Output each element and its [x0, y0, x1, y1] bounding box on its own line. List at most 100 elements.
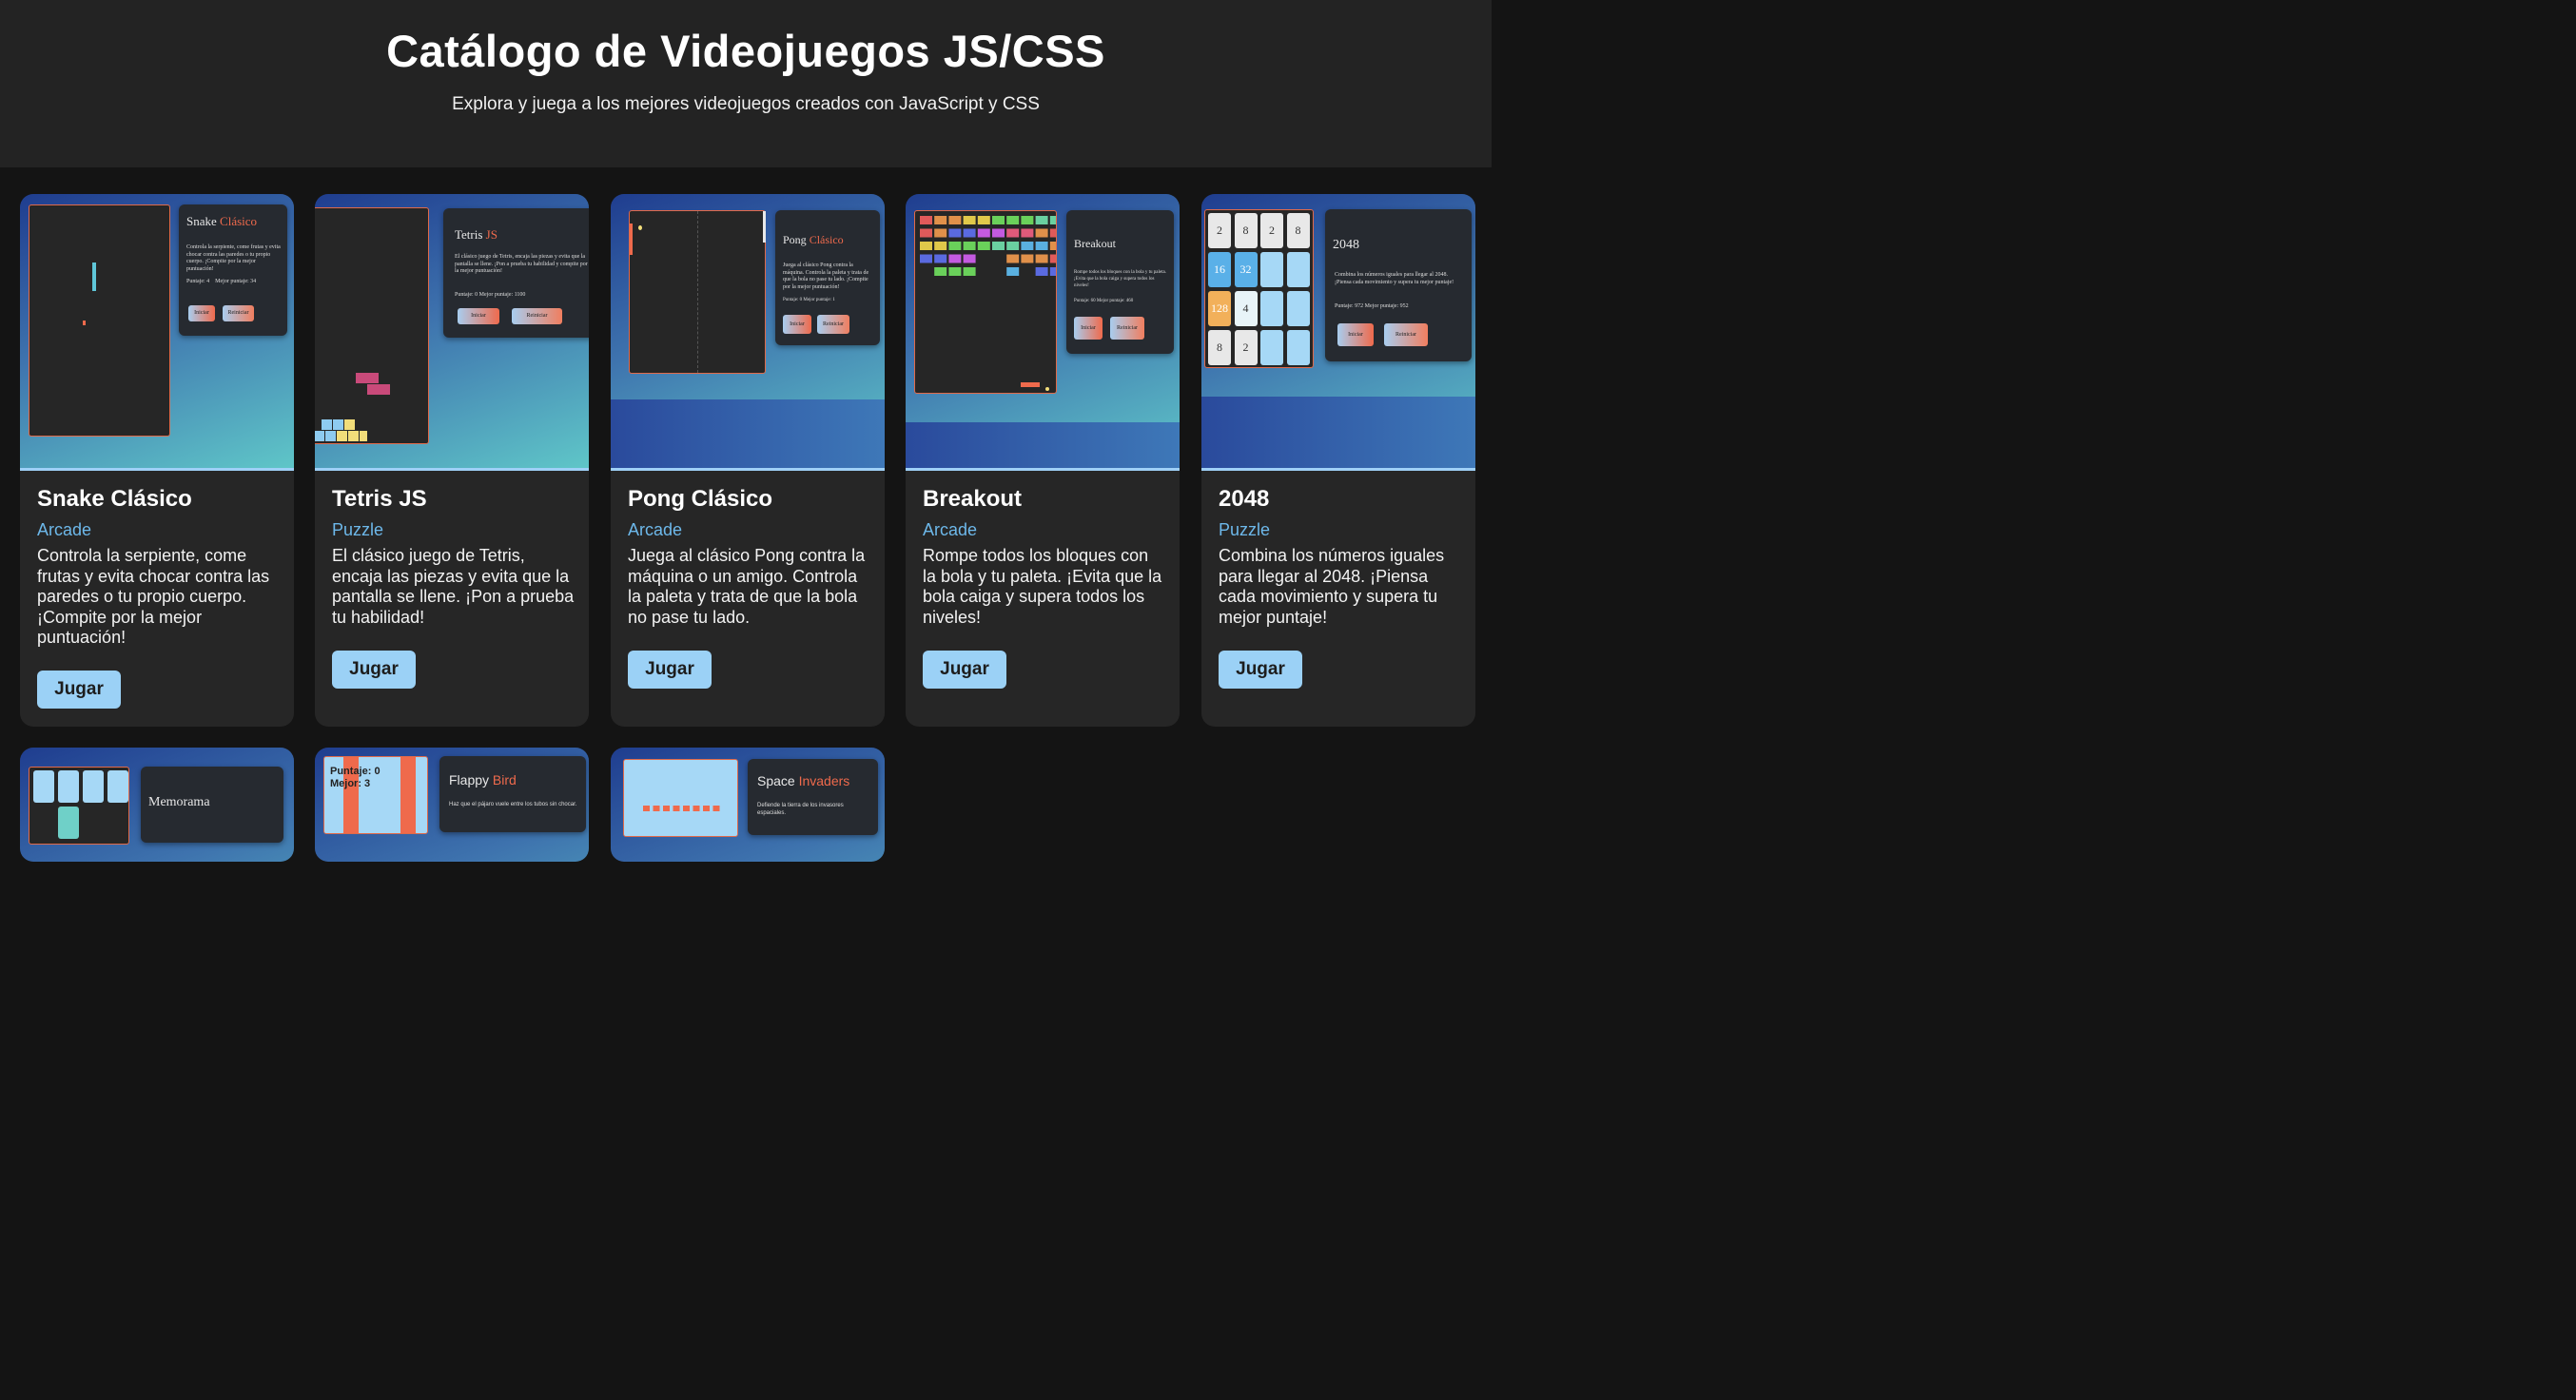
- game-category: Arcade: [37, 520, 92, 539]
- breakout-brick: [1035, 242, 1048, 250]
- breakout-brick: [963, 216, 976, 224]
- game-description: Rompe todos los bloques con la bola y tu…: [923, 546, 1162, 627]
- game-description: Controla la serpiente, come frutas y evi…: [37, 546, 270, 647]
- invaders-row: [643, 806, 720, 811]
- game-title: Pong Clásico: [628, 486, 773, 512]
- memorama-board: [29, 767, 129, 845]
- breakout-brick: [1049, 216, 1056, 224]
- breakout-brick: [1021, 228, 1034, 238]
- game-category: Arcade: [923, 520, 978, 539]
- game-title: 2048: [1219, 486, 1270, 512]
- invader-sprite: [673, 806, 680, 811]
- breakout-brick: [1006, 228, 1020, 238]
- breakout-brick: [934, 254, 947, 263]
- tile-2048: [1260, 291, 1283, 326]
- page-title: Catálogo de Videojuegos JS/CSS: [386, 26, 1105, 76]
- breakout-brick: [1006, 216, 1020, 224]
- breakout-brick: [1035, 216, 1048, 224]
- 2048-board: 2 8 2 8 16 32 128 4 8 2: [1204, 209, 1314, 368]
- breakout-brick: [920, 228, 932, 238]
- tetris-board: [315, 207, 429, 444]
- breakout-brick: [1006, 254, 1020, 263]
- breakout-brick: [1049, 228, 1056, 238]
- game-category: Puzzle: [332, 520, 384, 539]
- invader-sprite: [643, 806, 650, 811]
- game-category: Puzzle: [1219, 520, 1271, 539]
- breakout-brick: [920, 242, 932, 250]
- game-title: Tetris JS: [332, 486, 427, 512]
- game-preview-memorama: Memorama: [20, 748, 294, 862]
- breakout-brick: [963, 267, 976, 276]
- game-preview-snake: Snake Clásico Controla la serpiente, com…: [20, 194, 294, 471]
- flappy-board: Puntaje: 0 Mejor: 3: [323, 756, 428, 834]
- breakout-brick: [963, 242, 976, 250]
- breakout-brick: [948, 267, 962, 276]
- breakout-brick: [992, 216, 1005, 224]
- invader-sprite: [712, 806, 720, 811]
- breakout-brick: [1021, 254, 1034, 263]
- game-card-breakout: Breakout Rompe todos los bloques con la …: [906, 194, 1180, 727]
- play-button-2048[interactable]: Jugar: [1219, 651, 1302, 689]
- play-button-tetris[interactable]: Jugar: [332, 651, 416, 689]
- breakout-bricks: [920, 216, 1056, 276]
- breakout-brick: [934, 216, 947, 224]
- tile-2048: [1286, 252, 1310, 287]
- game-card-2048: 2 8 2 8 16 32 128 4 8 2 2048 Combina los números …: [1201, 194, 1475, 727]
- play-button-pong[interactable]: Jugar: [628, 651, 712, 689]
- play-button-breakout[interactable]: Jugar: [923, 651, 1006, 689]
- tile-2048: 8: [1234, 213, 1258, 248]
- game-description: Juega al clásico Pong contra la máquina …: [628, 546, 866, 627]
- breakout-brick: [977, 228, 990, 238]
- game-preview-breakout: Breakout Rompe todos los bloques con la …: [906, 194, 1180, 471]
- tile-2048: [1260, 252, 1283, 287]
- pong-board: [629, 210, 766, 374]
- breakout-brick: [1049, 267, 1056, 276]
- tile-2048: [1260, 330, 1283, 365]
- 2048-info-panel: 2048 Combina los números iguales para ll…: [1325, 209, 1472, 361]
- tile-2048: 2: [1208, 213, 1231, 248]
- game-category: Arcade: [628, 520, 683, 539]
- breakout-brick: [1049, 254, 1056, 263]
- breakout-brick: [1035, 267, 1048, 276]
- game-card-pong: Pong Clásico Juega al clásico Pong contr…: [611, 194, 885, 727]
- page-subtitle: Explora y juega a los mejores videojuego…: [452, 94, 1040, 114]
- game-card-snake: Snake Clásico Controla la serpiente, com…: [20, 194, 294, 727]
- play-button-snake[interactable]: Jugar: [37, 671, 121, 709]
- breakout-brick: [1006, 242, 1020, 250]
- tile-2048: 32: [1234, 252, 1258, 287]
- breakout-brick: [1021, 242, 1034, 250]
- game-card-tetris: Tetris JS El clásico juego de Tetris, en…: [315, 194, 589, 727]
- game-preview-pong: Pong Clásico Juega al clásico Pong contr…: [611, 194, 885, 471]
- breakout-brick: [1049, 242, 1056, 250]
- breakout-brick: [963, 228, 976, 238]
- breakout-brick: [1021, 216, 1034, 224]
- invader-sprite: [703, 806, 710, 811]
- pong-info-panel: Pong Clásico Juega al clásico Pong contr…: [775, 210, 880, 345]
- breakout-brick: [948, 228, 962, 238]
- game-preview-2048: 2 8 2 8 16 32 128 4 8 2 2048 Combina los números …: [1201, 194, 1475, 471]
- game-title: Snake Clásico: [37, 486, 192, 512]
- tile-2048: 2: [1260, 213, 1283, 248]
- game-description: El clásico juego de Tetris, encaja las p…: [332, 546, 575, 627]
- breakout-brick: [1006, 267, 1020, 276]
- breakout-brick: [948, 216, 962, 224]
- tile-2048: 128: [1208, 291, 1231, 326]
- game-description: Combina los números iguales para llegar …: [1219, 546, 1445, 627]
- game-card-memorama: Memorama: [20, 748, 294, 862]
- breakout-brick: [1035, 228, 1048, 238]
- breakout-brick: [992, 228, 1005, 238]
- tile-2048: 2: [1234, 330, 1258, 365]
- invader-sprite: [693, 806, 700, 811]
- breakout-brick: [920, 216, 932, 224]
- game-preview-space-invaders: Space Invaders Defiende la tierra de los…: [611, 748, 885, 862]
- tile-2048: [1286, 291, 1310, 326]
- breakout-brick: [963, 254, 976, 263]
- invaders-info-panel: Space Invaders Defiende la tierra de los…: [748, 759, 878, 835]
- game-card-space-invaders: Space Invaders Defiende la tierra de los…: [611, 748, 885, 862]
- breakout-brick: [992, 242, 1005, 250]
- snake-info-panel: Snake Clásico Controla la serpiente, com…: [179, 204, 287, 336]
- invader-sprite: [683, 806, 690, 811]
- game-preview-tetris: Tetris JS El clásico juego de Tetris, en…: [315, 194, 589, 471]
- breakout-brick: [920, 254, 932, 263]
- breakout-brick: [934, 242, 947, 250]
